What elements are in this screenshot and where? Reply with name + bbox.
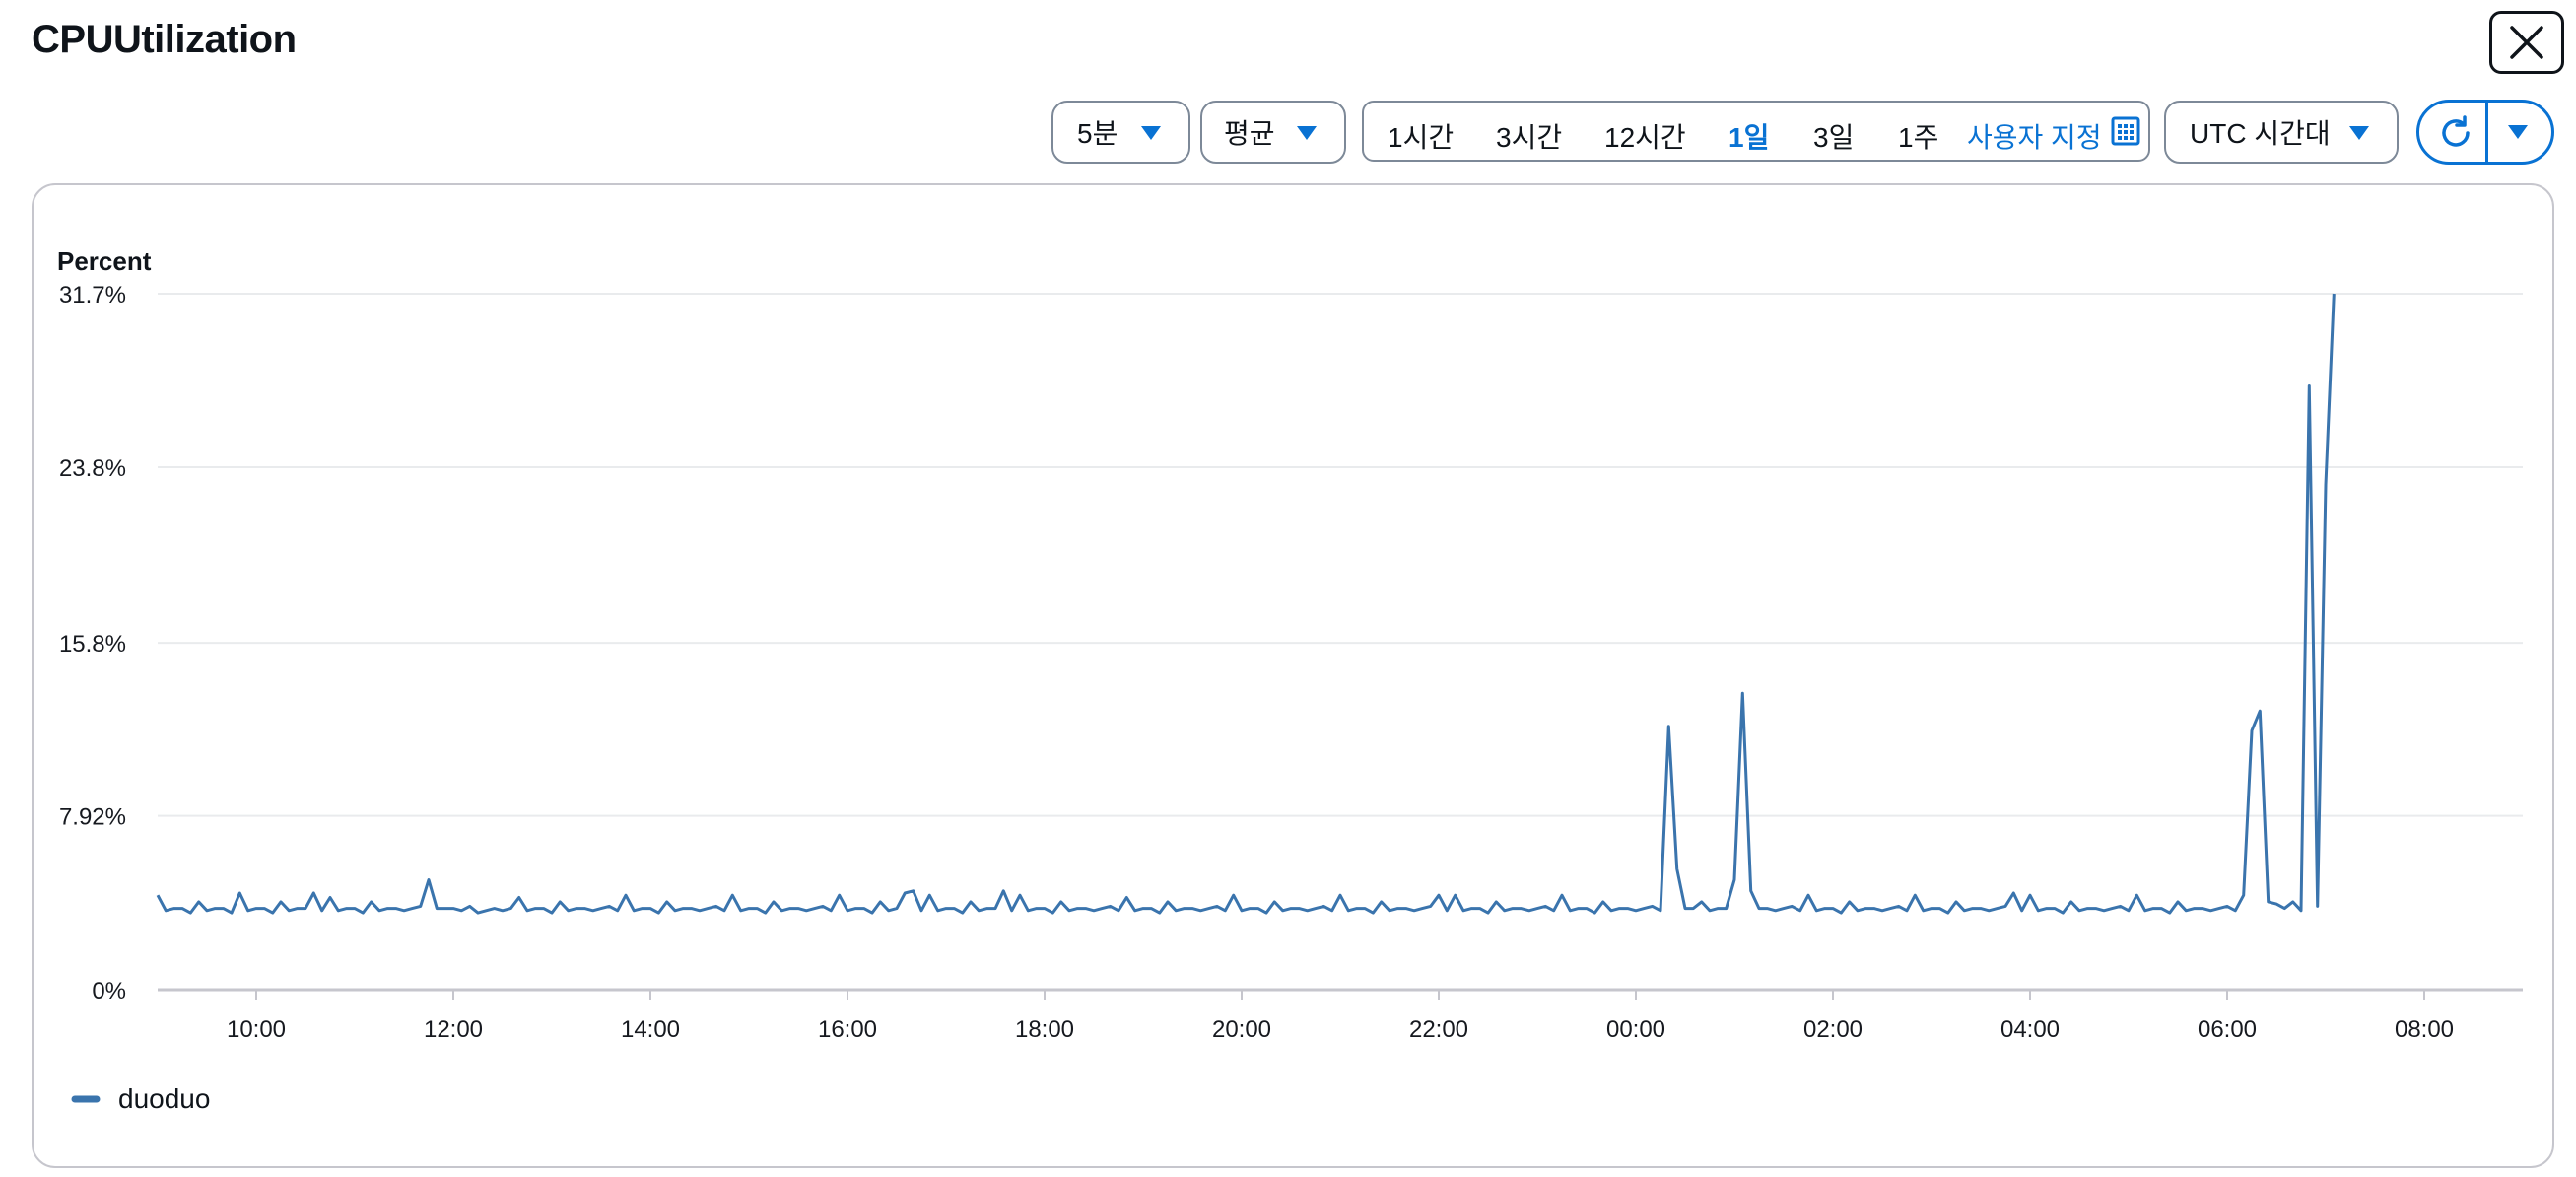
page-title: CPUUtilization: [32, 18, 297, 61]
x-tick-label: 00:00: [1606, 1016, 1665, 1043]
refresh-icon[interactable]: [2437, 114, 2474, 152]
x-tick-label: 22:00: [1409, 1016, 1468, 1043]
x-tick-label: 16:00: [818, 1016, 877, 1043]
y-tick-label: 31.7%: [59, 282, 126, 309]
range-option-1d[interactable]: 1일: [1729, 116, 1769, 156]
y-tick-label: 15.8%: [59, 631, 126, 658]
period-select[interactable]: 5분: [1051, 101, 1190, 164]
range-option-12h[interactable]: 12시간: [1604, 116, 1686, 156]
statistic-value: 평균: [1224, 118, 1275, 149]
close-button[interactable]: [2489, 11, 2564, 74]
x-tick-label: 12:00: [424, 1016, 483, 1043]
calendar-icon[interactable]: [2111, 116, 2140, 146]
refresh-button-group: [2416, 100, 2554, 165]
range-option-3h[interactable]: 3시간: [1496, 116, 1562, 156]
x-tick-label: 06:00: [2198, 1016, 2257, 1043]
x-tick-label: 08:00: [2395, 1016, 2454, 1043]
statistic-select[interactable]: 평균: [1200, 101, 1346, 164]
time-range-selector: 1시간 3시간 12시간 1일 3일 1주 사용자 지정: [1362, 101, 2150, 162]
series-line-duoduo: [156, 293, 2336, 915]
timezone-value: UTC 시간대: [2190, 118, 2331, 149]
y-tick-label: 0%: [92, 978, 126, 1004]
chart-panel: Percent 0% 7.92% 15.8% 23.8% 31.7% 10:00 12:00 1…: [32, 183, 2554, 1168]
legend-item-label: duoduo: [118, 1083, 210, 1114]
x-tick-label: 04:00: [2000, 1016, 2060, 1043]
custom-range-link[interactable]: 사용자 지정: [1967, 116, 2102, 156]
y-axis-label: Percent: [57, 246, 152, 276]
caret-down-icon: [1141, 126, 1161, 140]
caret-down-icon: [1297, 126, 1317, 140]
close-icon: [2510, 26, 2543, 59]
refresh-divider: [2485, 103, 2488, 162]
x-tick-label: 20:00: [1212, 1016, 1271, 1043]
y-tick-label: 7.92%: [59, 804, 126, 831]
range-option-1w[interactable]: 1주: [1898, 116, 1938, 156]
range-option-1h[interactable]: 1시간: [1388, 116, 1454, 156]
x-tick-label: 14:00: [621, 1016, 680, 1043]
y-tick-label: 23.8%: [59, 455, 126, 482]
x-tick-label: 10:00: [227, 1016, 286, 1043]
caret-down-icon: [2349, 126, 2369, 140]
period-value: 5분: [1077, 118, 1119, 149]
timezone-select[interactable]: UTC 시간대: [2164, 101, 2399, 164]
x-tick-label: 02:00: [1803, 1016, 1863, 1043]
caret-down-icon[interactable]: [2508, 125, 2528, 139]
line-chart: Percent 0% 7.92% 15.8% 23.8% 31.7% 10:00 12:00 1…: [57, 246, 2523, 1114]
x-tick-label: 18:00: [1015, 1016, 1074, 1043]
range-option-3d[interactable]: 3일: [1813, 116, 1854, 156]
